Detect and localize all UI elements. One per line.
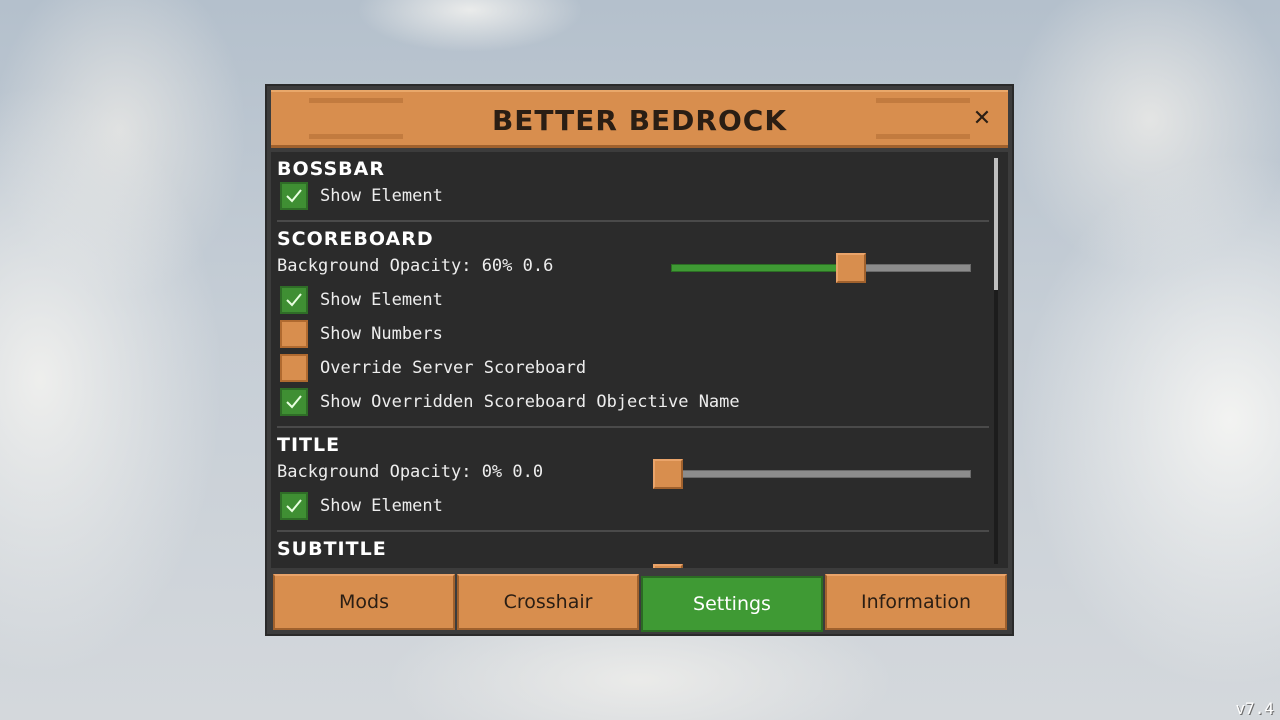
tab-settings[interactable]: Settings [641, 576, 823, 632]
title-bar: BETTER BEDROCK ✕ [271, 90, 1008, 148]
title-show-element-checkbox[interactable] [280, 492, 308, 520]
settings-panel: BETTER BEDROCK ✕ BOSSBAR Show Element SC… [265, 84, 1014, 636]
section-divider [277, 530, 989, 532]
slider-label: Background Opacity: 0% 0.0 [277, 462, 544, 482]
checkbox-label: Show Element [320, 186, 443, 206]
slider-handle[interactable] [653, 564, 683, 568]
slider-label: Background Opacity: 60% 0.6 [277, 256, 554, 276]
checkbox-label: Show Element [320, 290, 443, 310]
slider-fill [671, 264, 851, 272]
slider-handle[interactable] [653, 459, 683, 489]
checkbox-label: Override Server Scoreboard [320, 358, 587, 378]
slider-handle[interactable] [836, 253, 866, 283]
window-title: BETTER BEDROCK [491, 104, 788, 137]
checkbox-label: Show Element [320, 496, 443, 516]
plank-decoration [876, 98, 970, 103]
show-objective-name-checkbox[interactable] [280, 388, 308, 416]
checkbox-label: Show Overridden Scoreboard Objective Nam… [320, 392, 740, 412]
checkmark-icon [286, 189, 302, 203]
section-divider [277, 426, 989, 428]
section-title-bossbar: BOSSBAR [277, 158, 385, 180]
version-label: v7.4 [1235, 699, 1274, 718]
section-divider [277, 220, 989, 222]
section-title-title: TITLE [277, 434, 341, 456]
section-title-scoreboard: SCOREBOARD [277, 228, 434, 250]
close-icon[interactable]: ✕ [970, 106, 994, 131]
override-server-scoreboard-checkbox[interactable] [280, 354, 308, 382]
tab-crosshair[interactable]: Crosshair [457, 574, 639, 630]
section-title-subtitle: SUBTITLE [277, 538, 387, 560]
tab-information[interactable]: Information [825, 574, 1007, 630]
plank-decoration [309, 98, 403, 103]
settings-scroll-area[interactable]: BOSSBAR Show Element SCOREBOARD Backgrou… [271, 152, 1008, 568]
scoreboard-show-element-checkbox[interactable] [280, 286, 308, 314]
checkmark-icon [286, 293, 302, 307]
checkbox-label: Show Numbers [320, 324, 443, 344]
show-numbers-checkbox[interactable] [280, 320, 308, 348]
bossbar-show-element-checkbox[interactable] [280, 182, 308, 210]
checkmark-icon [286, 499, 302, 513]
title-opacity-slider[interactable] [656, 470, 971, 478]
scrollbar-thumb[interactable] [994, 158, 998, 290]
tab-mods[interactable]: Mods [273, 574, 455, 630]
checkmark-icon [286, 395, 302, 409]
